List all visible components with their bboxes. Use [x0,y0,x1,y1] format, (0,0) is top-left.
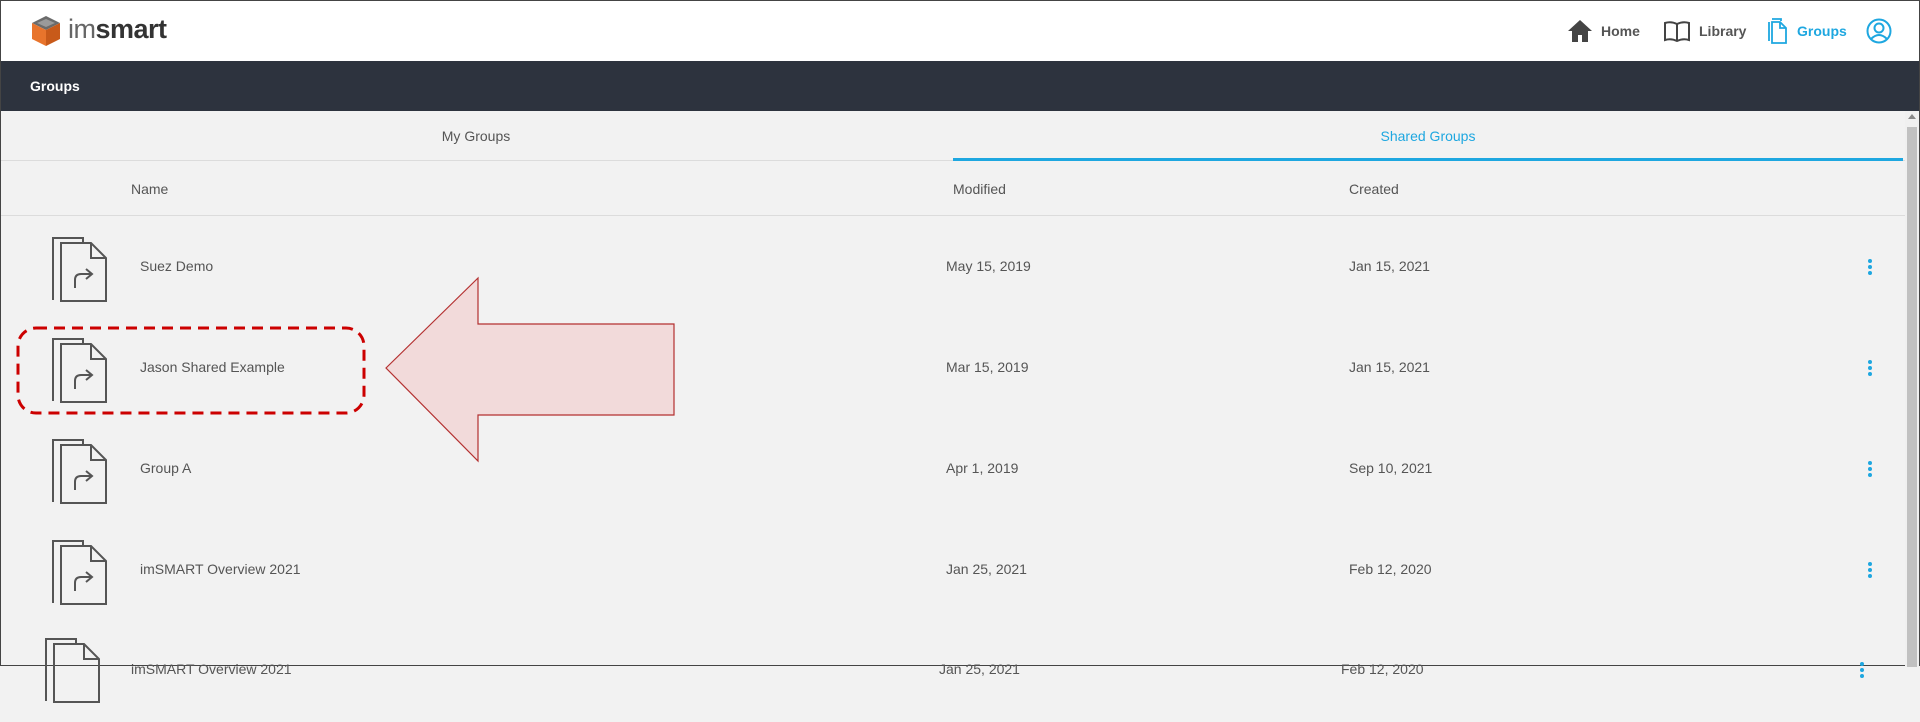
row-created: Feb 12, 2020 [1341,661,1424,677]
logo-cube-icon[interactable] [30,15,62,47]
nav-groups[interactable]: Groups [1767,18,1847,44]
logo-text-light: im [68,14,96,44]
row-more-options-icon[interactable] [1865,561,1875,581]
tab-my-groups[interactable]: My Groups [1,111,951,161]
documents-icon [1768,18,1787,44]
row-created: Jan 15, 2021 [1349,359,1430,375]
row-name[interactable]: imSMART Overview 2021 [131,661,292,677]
row-created: Jan 15, 2021 [1349,258,1430,274]
row-modified: Mar 15, 2019 [946,359,1029,375]
top-nav-bar: imsmart Home Library Groups [1,1,1919,61]
book-icon [1664,21,1690,42]
table-row[interactable]: Suez Demo May 15, 2019 Jan 15, 2021 [1,216,1905,317]
shared-document-icon [52,540,107,605]
row-created: Sep 10, 2021 [1349,460,1433,476]
home-icon [1568,20,1592,42]
tab-bar: My Groups Shared Groups [1,111,1905,161]
page-header: Groups [1,61,1919,111]
tab-shared-groups[interactable]: Shared Groups [953,111,1903,161]
row-modified: May 15, 2019 [946,258,1031,274]
row-modified: Jan 25, 2021 [946,561,1027,577]
nav-library[interactable]: Library [1663,18,1746,44]
row-modified: Jan 25, 2021 [939,661,1020,677]
logo-text-bold: smart [95,14,168,44]
nav-home[interactable]: Home [1567,18,1640,44]
row-more-options-icon[interactable] [1865,359,1875,379]
row-more-options-icon[interactable] [1865,460,1875,480]
table-row[interactable]: imSMART Overview 2021 Jan 25, 2021 Feb 1… [1,621,1905,722]
shared-document-icon [45,638,100,703]
nav-library-label: Library [1699,23,1747,39]
nav-groups-label: Groups [1797,23,1847,39]
table-row[interactable]: Group A Apr 1, 2019 Sep 10, 2021 [1,418,1905,519]
scrollbar-thumb[interactable] [1907,127,1917,667]
row-more-options-icon[interactable] [1857,661,1867,681]
shared-document-icon [52,237,107,302]
column-header-name[interactable]: Name [131,181,168,197]
nav-home-label: Home [1601,23,1640,39]
row-name[interactable]: Group A [140,460,191,476]
page-title: Groups [30,78,80,94]
row-name[interactable]: Jason Shared Example [140,359,285,375]
row-more-options-icon[interactable] [1865,258,1875,278]
column-header-modified[interactable]: Modified [953,181,1006,197]
table-header: Name Modified Created [1,161,1905,216]
user-account-button[interactable] [1866,18,1892,44]
row-name[interactable]: imSMART Overview 2021 [140,561,301,577]
scroll-up-arrow-icon[interactable] [1908,114,1916,119]
row-name[interactable]: Suez Demo [140,258,213,274]
table-row[interactable]: imSMART Overview 2021 Jan 25, 2021 Feb 1… [1,519,1905,620]
table-row[interactable]: Jason Shared Example Mar 15, 2019 Jan 15… [1,317,1905,418]
vertical-scrollbar[interactable] [1905,111,1919,667]
column-header-created[interactable]: Created [1349,181,1399,197]
row-created: Feb 12, 2020 [1349,561,1432,577]
user-avatar-icon [1866,18,1892,44]
shared-document-icon [52,439,107,504]
shared-document-icon [52,338,107,403]
app-logo-text[interactable]: imsmart [68,14,167,45]
row-modified: Apr 1, 2019 [946,460,1019,476]
